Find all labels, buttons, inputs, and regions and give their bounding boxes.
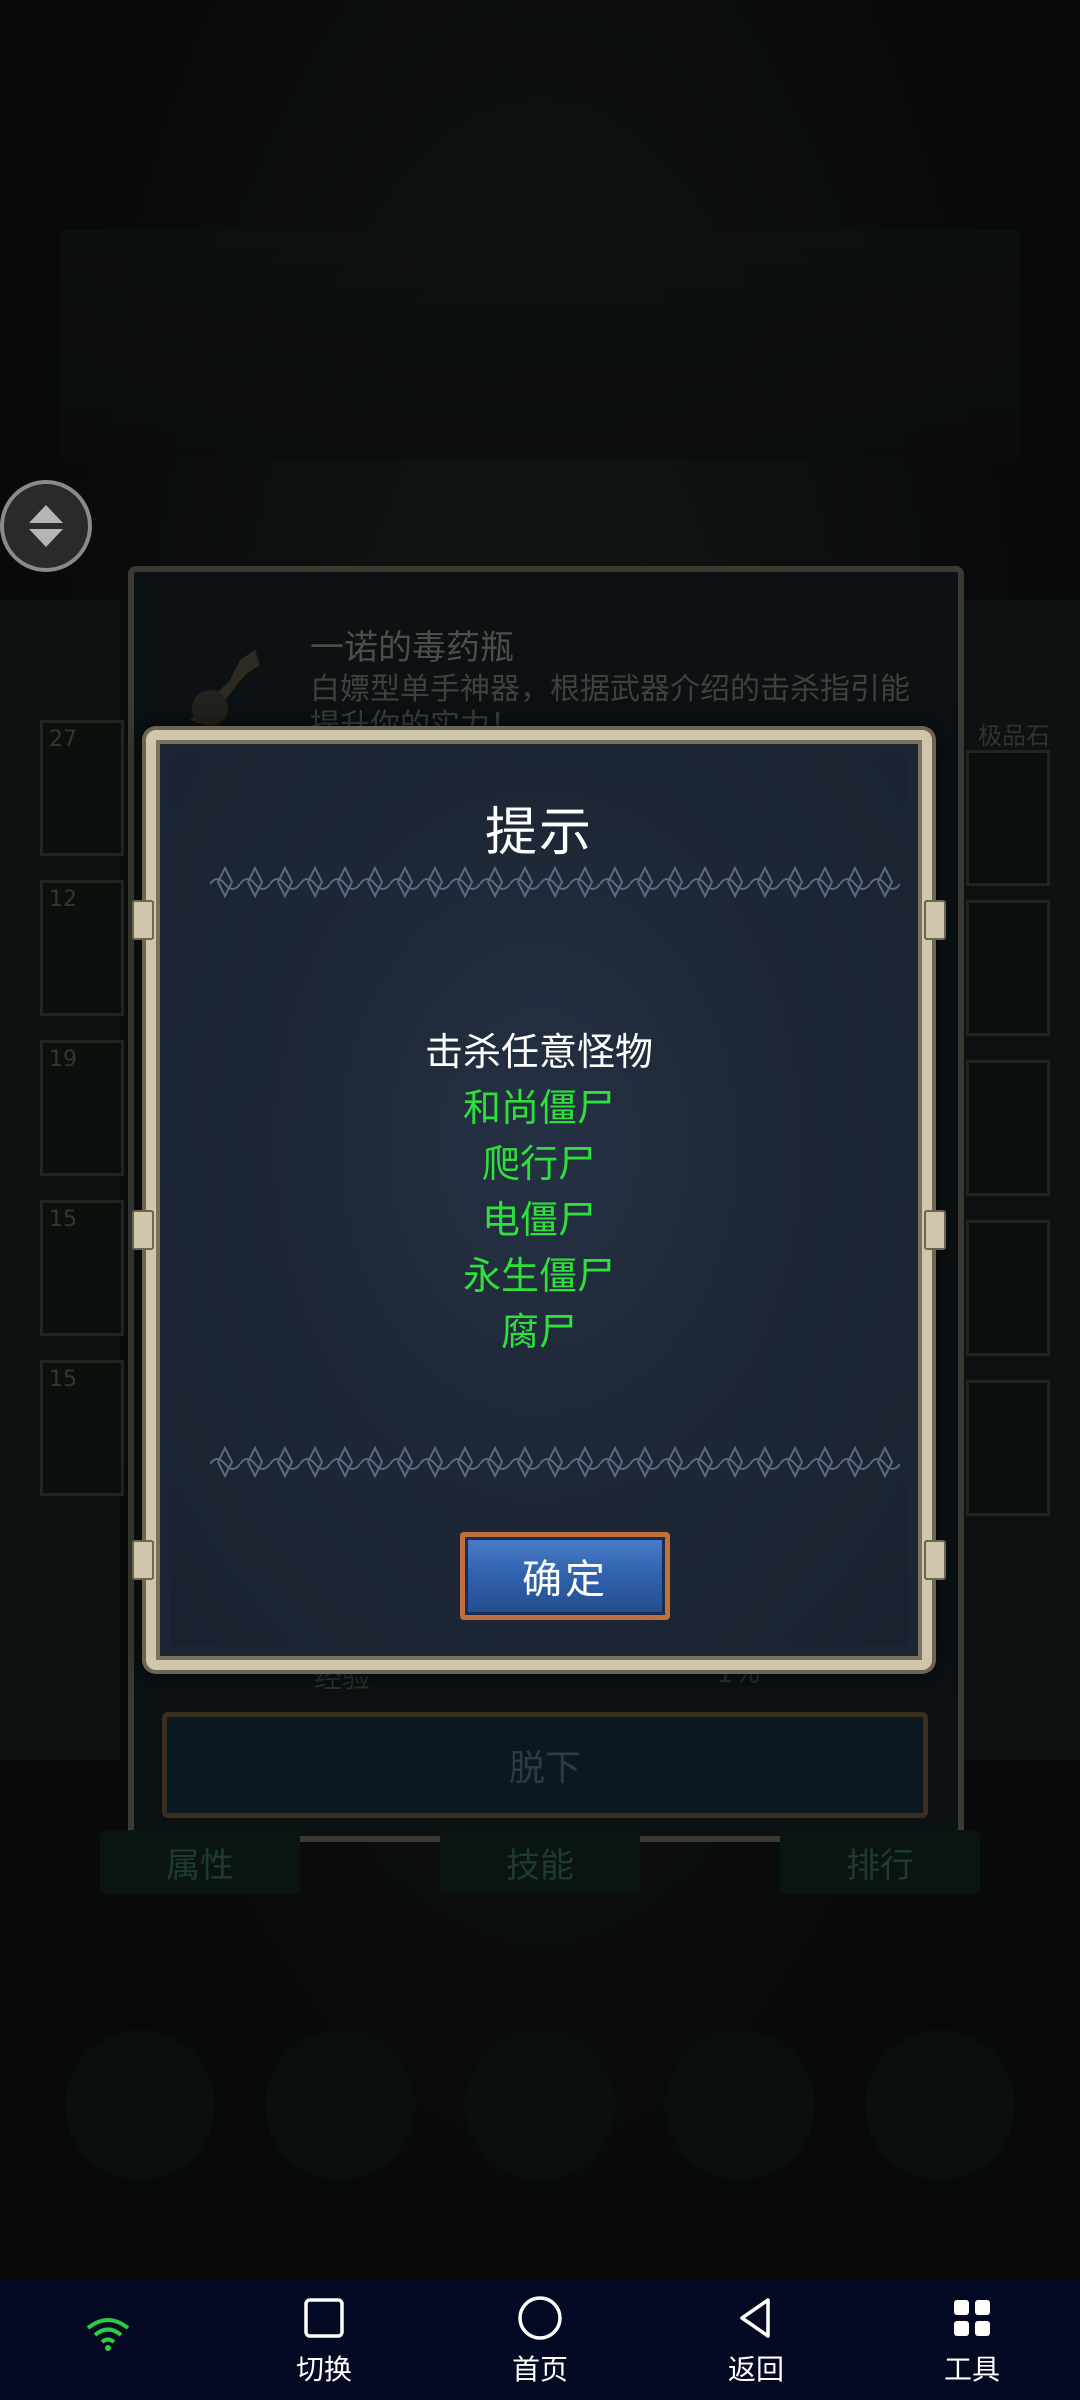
confirm-button[interactable]: 确定 (460, 1532, 670, 1620)
nav-switch[interactable]: 切换 (264, 2294, 384, 2388)
arrow-down-icon (29, 529, 63, 547)
dialog-title: 提示 (484, 803, 593, 863)
system-nav-bar: 切换 首页 返回 工具 (0, 2280, 1080, 2400)
tab-skills[interactable]: 技能 (440, 1830, 640, 1894)
frame-rivet (132, 900, 154, 940)
nav-label: 首页 (511, 2353, 568, 2386)
nav-back[interactable]: 返回 (696, 2294, 816, 2388)
equip-slot[interactable]: 19 (40, 1040, 124, 1176)
menu-item[interactable] (65, 2030, 215, 2180)
equip-slot[interactable]: 15 (40, 1200, 124, 1336)
equip-slot[interactable]: 15 (40, 1360, 124, 1496)
frame-rivet (924, 1540, 946, 1580)
nav-home[interactable]: 首页 (480, 2294, 600, 2388)
slot-number: 15 (49, 1207, 77, 1232)
arrow-up-icon (29, 505, 63, 523)
nav-tools[interactable]: 工具 (912, 2294, 1032, 2388)
circle-icon (518, 2296, 562, 2340)
frame-rivet (924, 1210, 946, 1250)
nav-label: 返回 (727, 2353, 784, 2386)
task-instruction: 击杀任意怪物 (424, 1030, 653, 1074)
tab-ranking[interactable]: 排行 (780, 1830, 980, 1894)
equip-slot[interactable] (966, 900, 1050, 1036)
tab-attributes[interactable]: 属性 (100, 1830, 300, 1894)
menu-item[interactable] (865, 2030, 1015, 2180)
frame-rivet (132, 1540, 154, 1580)
square-icon (304, 2298, 344, 2338)
right-slot-column (956, 600, 1080, 1760)
bottom-menu-row (40, 2030, 1040, 2190)
ornament-divider-bottom (210, 1444, 900, 1484)
poison-bottle-icon (190, 650, 260, 726)
wifi-icon (86, 2318, 130, 2351)
frame-rivet (924, 900, 946, 940)
slot-number: 19 (49, 1047, 77, 1072)
menu-item[interactable] (665, 2030, 815, 2180)
side-label: 极品石 (978, 722, 1050, 750)
item-title: 一诺的毒药瓶 (310, 628, 514, 668)
nav-label: 切换 (295, 2353, 352, 2386)
monster-name: 爬行尸 (481, 1142, 596, 1186)
equip-slot[interactable] (966, 1220, 1050, 1356)
dialog-content: 提示 击杀任意怪物 和尚僵尸 爬行尸 电僵尸 永生僵尸 腐尸 确定 (170, 754, 908, 1646)
slot-number: 12 (49, 887, 77, 912)
equip-slot[interactable] (966, 1060, 1050, 1196)
back-triangle-icon (740, 2298, 770, 2338)
grid-icon (954, 2300, 990, 2336)
equip-slot[interactable]: 27 (40, 720, 124, 856)
equip-slot[interactable] (966, 750, 1050, 886)
equip-slot[interactable]: 12 (40, 880, 124, 1016)
task-list: 击杀任意怪物 和尚僵尸 爬行尸 电僵尸 永生僵尸 腐尸 (170, 1024, 908, 1360)
monster-name: 电僵尸 (481, 1198, 596, 1242)
monster-name: 腐尸 (500, 1310, 577, 1354)
hint-dialog: 提示 击杀任意怪物 和尚僵尸 爬行尸 电僵尸 永生僵尸 腐尸 确定 (132, 730, 946, 1670)
top-decoration (60, 230, 1020, 460)
take-off-button[interactable]: 脱下 (162, 1712, 928, 1818)
equip-slot[interactable] (966, 1380, 1050, 1516)
menu-item[interactable] (265, 2030, 415, 2180)
nav-label: 工具 (943, 2353, 1000, 2386)
slot-number: 27 (49, 727, 77, 752)
bottom-tabs: 属性 技能 排行 (100, 1830, 980, 1900)
menu-item[interactable] (465, 2030, 615, 2180)
frame-rivet (132, 1210, 154, 1250)
floating-scroll-button[interactable] (0, 480, 92, 572)
left-slot-column: 27 12 19 15 15 (0, 600, 124, 1760)
slot-number: 15 (49, 1367, 77, 1392)
monster-name: 永生僵尸 (462, 1254, 615, 1298)
monster-name: 和尚僵尸 (462, 1086, 615, 1130)
ornament-divider-top (210, 864, 900, 904)
